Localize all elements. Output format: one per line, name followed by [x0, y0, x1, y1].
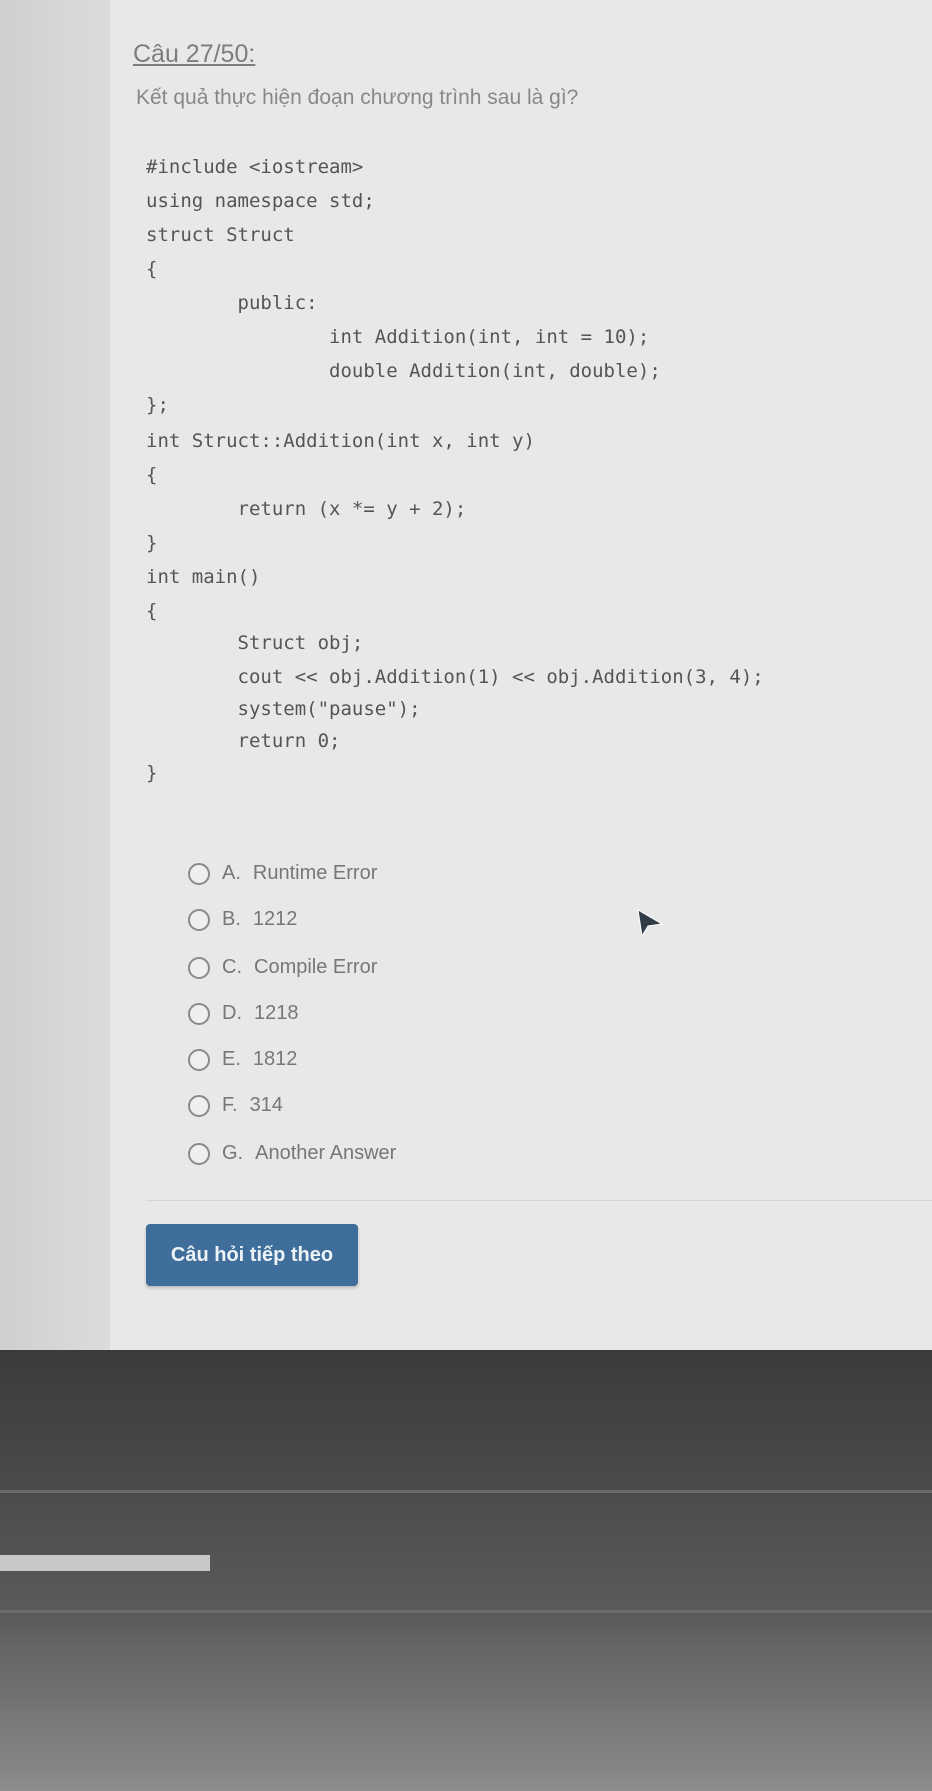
option-b[interactable]: B. 1212: [188, 908, 297, 931]
radio-icon[interactable]: [188, 908, 210, 931]
option-text: 1812: [252, 1048, 298, 1070]
option-text: Another Answer: [255, 1142, 397, 1164]
radio-icon[interactable]: [188, 956, 210, 979]
code-line: cout << obj.Addition(1) << obj.Addition(…: [146, 666, 764, 688]
code-line: int main(): [146, 566, 261, 588]
option-letter: F.: [222, 1094, 238, 1116]
code-line: }: [146, 532, 158, 554]
divider: [146, 1200, 932, 1201]
code-line: system("pause");: [146, 698, 421, 720]
code-line: int Struct::Addition(int x, int y): [146, 430, 535, 452]
code-line: int Addition(int, int = 10);: [146, 326, 650, 348]
next-question-button[interactable]: Câu hỏi tiếp theo: [146, 1224, 358, 1286]
option-letter: E.: [222, 1048, 241, 1070]
option-e[interactable]: E. 1812: [188, 1048, 297, 1071]
code-line: public:: [146, 292, 318, 314]
question-text: Kết quả thực hiện đoạn chương trình sau …: [136, 86, 579, 109]
option-text: Compile Error: [254, 956, 378, 978]
code-line: return 0;: [146, 730, 341, 752]
code-line: };: [146, 394, 169, 416]
bezel-edge: [0, 1490, 932, 1493]
option-g[interactable]: G. Another Answer: [188, 1142, 396, 1165]
option-text: 314: [249, 1094, 283, 1116]
radio-icon[interactable]: [188, 1002, 210, 1025]
code-line: #include <iostream>: [146, 156, 364, 178]
code-line: struct Struct: [146, 224, 295, 246]
option-text: Runtime Error: [252, 862, 378, 884]
code-line: {: [146, 258, 158, 280]
bezel-highlight: [0, 1555, 210, 1571]
code-line: return (x *= y + 2);: [146, 498, 467, 520]
mouse-cursor-icon: [637, 909, 664, 938]
radio-icon[interactable]: [188, 1048, 210, 1071]
option-d[interactable]: D. 1218: [188, 1002, 299, 1025]
bezel-edge: [0, 1610, 932, 1613]
left-margin: [0, 0, 110, 1350]
question-title: Câu 27/50:: [133, 40, 256, 68]
option-letter: A.: [222, 862, 241, 884]
option-f[interactable]: F. 314: [188, 1094, 283, 1117]
code-line: Struct obj;: [146, 632, 364, 654]
option-letter: B.: [222, 908, 241, 930]
option-text: 1218: [254, 1002, 299, 1024]
option-c[interactable]: C. Compile Error: [188, 956, 377, 979]
screen: Câu 27/50: Kết quả thực hiện đoạn chương…: [0, 0, 932, 1350]
radio-icon[interactable]: [188, 1094, 210, 1117]
code-line: double Addition(int, double);: [146, 360, 661, 382]
option-letter: G.: [222, 1142, 244, 1164]
radio-icon[interactable]: [188, 1142, 210, 1165]
option-text: 1212: [252, 908, 298, 930]
option-letter: C.: [222, 956, 242, 978]
option-letter: D.: [222, 1002, 242, 1024]
code-line: {: [146, 600, 158, 622]
code-line: using namespace std;: [146, 190, 375, 212]
code-line: {: [146, 464, 158, 486]
option-a[interactable]: A. Runtime Error: [188, 862, 377, 885]
code-line: }: [146, 762, 158, 784]
radio-icon[interactable]: [188, 862, 210, 885]
